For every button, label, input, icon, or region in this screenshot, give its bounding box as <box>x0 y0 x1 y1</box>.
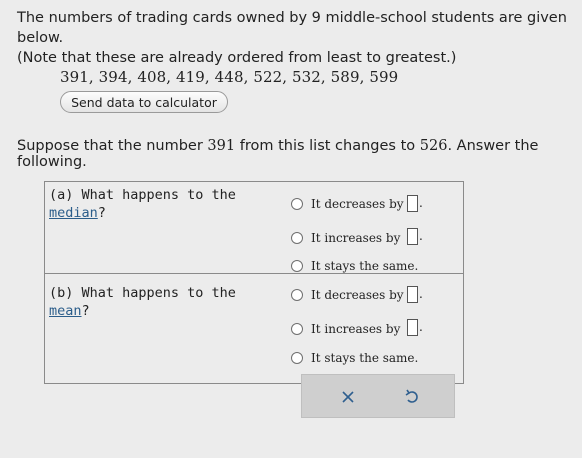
intro-line-1: The numbers of trading cards owned by 9 … <box>17 10 567 46</box>
answer-b-decrease-input[interactable] <box>407 286 418 303</box>
question-a-prefix: (a) What happens to the <box>49 187 236 203</box>
answer-a-increase-input[interactable] <box>407 228 418 245</box>
option-a-same-label: It stays the same. <box>311 259 419 273</box>
question-a-suffix: ? <box>97 205 106 221</box>
question-table: (a) What happens to the median? It decre… <box>44 181 464 384</box>
radio-b-same[interactable] <box>291 352 303 364</box>
option-b-same[interactable]: It stays the same. <box>291 351 418 365</box>
data-list: 391, 394, 408, 419, 448, 522, 532, 589, … <box>60 68 399 86</box>
option-b-same-label: It stays the same. <box>311 351 419 365</box>
row-divider <box>45 273 463 274</box>
suppose-before: Suppose that the number <box>17 138 208 154</box>
mean-link[interactable]: mean <box>49 303 82 319</box>
clear-button[interactable] <box>336 385 360 409</box>
radio-a-increase[interactable] <box>291 232 303 244</box>
close-icon <box>342 391 354 403</box>
suppose-num-old: 391 <box>207 138 236 154</box>
radio-a-decrease[interactable] <box>291 198 303 210</box>
suppose-middle: from this list changes to <box>235 138 420 154</box>
answer-a-increase-period: . <box>419 229 423 243</box>
radio-b-increase[interactable] <box>291 323 303 335</box>
answer-b-increase-input[interactable] <box>407 319 418 336</box>
option-a-same[interactable]: It stays the same. <box>291 259 418 273</box>
option-a-increase-label: It increases by <box>311 231 401 245</box>
option-a-decrease-label: It decreases by <box>311 197 404 211</box>
answer-b-decrease-period: . <box>419 287 423 301</box>
suppose-text: Suppose that the number 391 from this li… <box>17 138 582 170</box>
radio-b-decrease[interactable] <box>291 289 303 301</box>
answer-a-decrease-input[interactable] <box>407 195 418 212</box>
question-b-suffix: ? <box>81 303 90 319</box>
question-b-text: (b) What happens to the mean? <box>49 284 249 320</box>
option-b-increase[interactable]: It increases by <box>291 322 400 336</box>
send-data-button[interactable]: Send data to calculator <box>60 91 228 113</box>
undo-button[interactable] <box>400 385 424 409</box>
answer-a-decrease-period: . <box>419 196 423 210</box>
option-b-decrease[interactable]: It decreases by <box>291 288 404 302</box>
radio-a-same[interactable] <box>291 260 303 272</box>
answer-toolbar <box>301 374 455 418</box>
question-a-text: (a) What happens to the median? <box>49 186 249 222</box>
undo-icon <box>405 389 418 403</box>
problem-intro: The numbers of trading cards owned by 9 … <box>17 8 577 68</box>
median-link[interactable]: median <box>49 205 98 221</box>
answer-b-increase-period: . <box>419 320 423 334</box>
option-b-decrease-label: It decreases by <box>311 288 404 302</box>
question-b-prefix: (b) What happens to the <box>49 285 236 301</box>
intro-line-2: (Note that these are already ordered fro… <box>17 50 457 66</box>
option-a-decrease[interactable]: It decreases by <box>291 197 404 211</box>
option-b-increase-label: It increases by <box>311 322 401 336</box>
option-a-increase[interactable]: It increases by <box>291 231 400 245</box>
suppose-num-new: 526 <box>419 138 448 154</box>
